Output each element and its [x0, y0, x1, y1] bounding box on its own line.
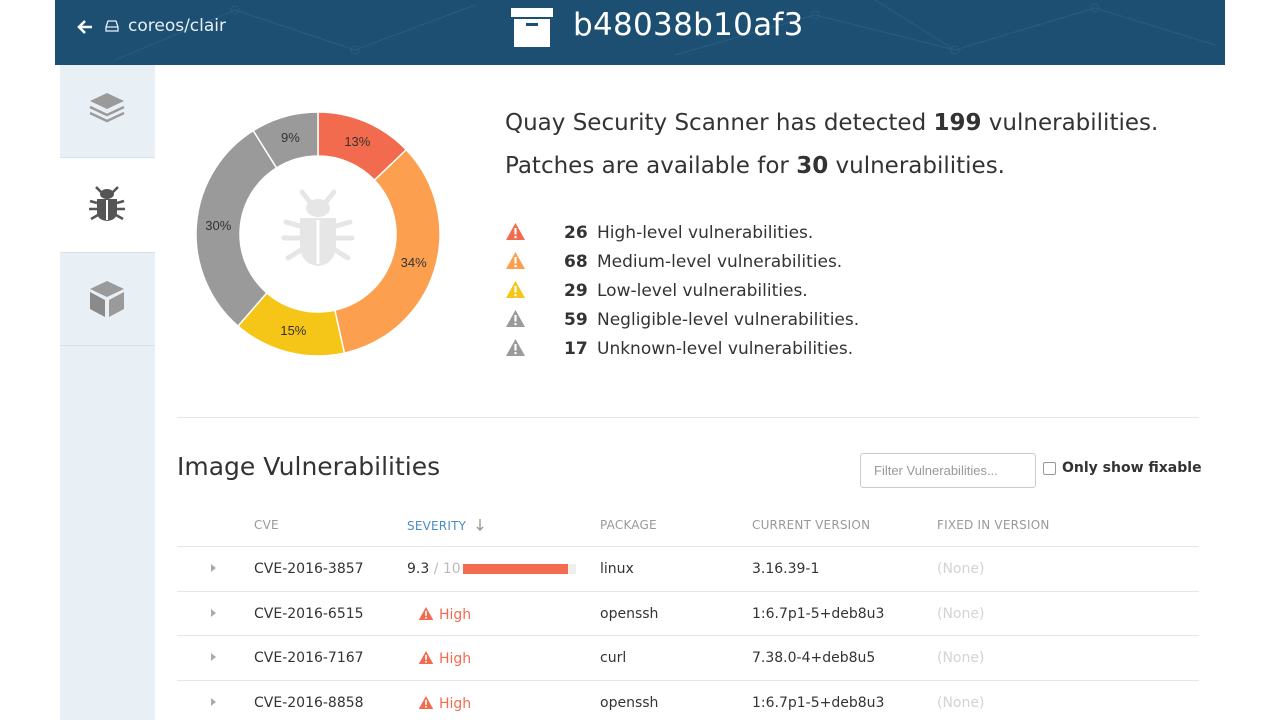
table-row[interactable]: CVE-2016-7167 High curl 7.38.0-4+deb8u5 … [177, 635, 1199, 680]
warning-triangle-icon [506, 252, 525, 269]
donut-label-high: 13% [344, 134, 370, 149]
window: coreos/clair b48038b10af3 13% 34% 15% 30… [55, 0, 1225, 720]
cve-id[interactable]: CVE-2016-8858 [254, 695, 364, 711]
layers-icon [89, 93, 125, 123]
fixed-in-version: (None) [937, 561, 985, 577]
total-vulnerabilities-count: 199 [933, 110, 982, 136]
fixed-in-version: (None) [937, 650, 985, 666]
column-header-current-version[interactable]: CURRENT VERSION [752, 518, 870, 532]
severity-score: 9.3 / 10 [407, 561, 461, 577]
fixed-in-version: (None) [937, 605, 985, 622]
column-header-package[interactable]: PACKAGE [600, 518, 657, 532]
cve-id[interactable]: CVE-2016-3857 [254, 561, 364, 577]
package-name: linux [600, 561, 634, 577]
donut-label-low: 15% [280, 323, 306, 338]
severity-label: Negligible-level vulnerabilities. [597, 310, 860, 330]
package-name: curl [600, 650, 627, 666]
severity-count: 68 [564, 252, 588, 272]
tab-packages[interactable] [60, 253, 155, 346]
donut-label-unknown: 9% [281, 130, 300, 145]
column-header-severity[interactable]: SEVERITY [407, 518, 484, 533]
only-fixable-checkbox[interactable] [1043, 462, 1056, 475]
tab-security-scan[interactable] [60, 158, 155, 253]
filter-vulnerabilities-input[interactable]: Filter Vulnerabilities... [860, 453, 1036, 488]
package-name: openssh [600, 694, 659, 711]
donut-label-medium: 34% [401, 255, 427, 270]
expand-row-icon[interactable] [211, 564, 216, 572]
expand-row-icon[interactable] [211, 608, 216, 617]
warning-triangle-icon [506, 339, 525, 356]
severity-label: Medium-level vulnerabilities. [597, 252, 843, 272]
severity-count: 17 [564, 339, 588, 359]
severity-donut-chart: 13% 34% 15% 30% 9% [195, 111, 441, 357]
cve-id[interactable]: CVE-2016-6515 [254, 606, 364, 622]
fixed-in-version: (None) [937, 694, 985, 711]
severity-badge: High [418, 695, 471, 712]
current-version: 3.16.39-1 [752, 561, 820, 577]
header-bar: coreos/clair b48038b10af3 [55, 0, 1225, 65]
image-id-title: b48038b10af3 [573, 7, 804, 43]
column-header-cve[interactable]: CVE [254, 518, 279, 532]
severity-label: Low-level vulnerabilities. [597, 281, 808, 301]
repository-link[interactable]: coreos/clair [128, 16, 226, 36]
arrow-down-icon [476, 519, 484, 531]
score-bar-fill [463, 564, 568, 574]
severity-badge: High [418, 650, 471, 667]
sidebar [60, 65, 155, 720]
warning-triangle-icon [418, 695, 434, 709]
expand-row-icon[interactable] [211, 697, 216, 706]
severity-count: 26 [564, 223, 588, 243]
back-arrow-icon[interactable] [77, 18, 93, 38]
table-row[interactable]: CVE-2016-8858 High openssh 1:6.7p1-5+deb… [177, 679, 1199, 720]
table-row[interactable]: CVE-2016-3857 9.3 / 10 linux 3.16.39-1 (… [177, 546, 1199, 591]
hdd-icon [105, 18, 119, 32]
section-divider [177, 417, 1199, 418]
current-version: 1:6.7p1-5+deb8u3 [752, 605, 885, 622]
severity-label: Unknown-level vulnerabilities. [597, 339, 854, 359]
score-bar-track [463, 564, 576, 574]
warning-triangle-icon [506, 310, 525, 327]
severity-label: High-level vulnerabilities. [597, 223, 814, 243]
only-fixable-label[interactable]: Only show fixable [1062, 460, 1202, 476]
summary-patches: Patches are available for 30 vulnerabili… [505, 153, 1005, 179]
bug-icon [281, 189, 355, 266]
expand-row-icon[interactable] [211, 653, 216, 661]
severity-badge: High [418, 606, 471, 623]
tab-layers[interactable] [60, 65, 155, 158]
severity-count: 59 [564, 310, 588, 330]
current-version: 7.38.0-4+deb8u5 [752, 650, 876, 666]
table-row[interactable]: CVE-2016-6515 High openssh 1:6.7p1-5+deb… [177, 590, 1199, 636]
archive-box-icon [510, 7, 554, 49]
current-version: 1:6.7p1-5+deb8u3 [752, 694, 885, 711]
warning-triangle-icon [506, 281, 525, 298]
warning-triangle-icon [418, 651, 434, 664]
summary-detected: Quay Security Scanner has detected 199 v… [505, 110, 1159, 136]
fixable-count: 30 [796, 153, 829, 179]
donut-label-negligible: 30% [205, 218, 231, 233]
donut-slice-medium[interactable] [333, 148, 441, 355]
bug-icon [89, 186, 125, 221]
image-vulnerabilities-title: Image Vulnerabilities [177, 452, 441, 481]
warning-triangle-icon [418, 606, 434, 620]
package-name: openssh [600, 605, 659, 622]
column-header-fixed-in-version[interactable]: FIXED IN VERSION [937, 518, 1050, 532]
package-icon [90, 281, 124, 317]
warning-triangle-icon [506, 223, 525, 240]
severity-count: 29 [564, 281, 588, 301]
cve-id[interactable]: CVE-2016-7167 [254, 650, 364, 666]
